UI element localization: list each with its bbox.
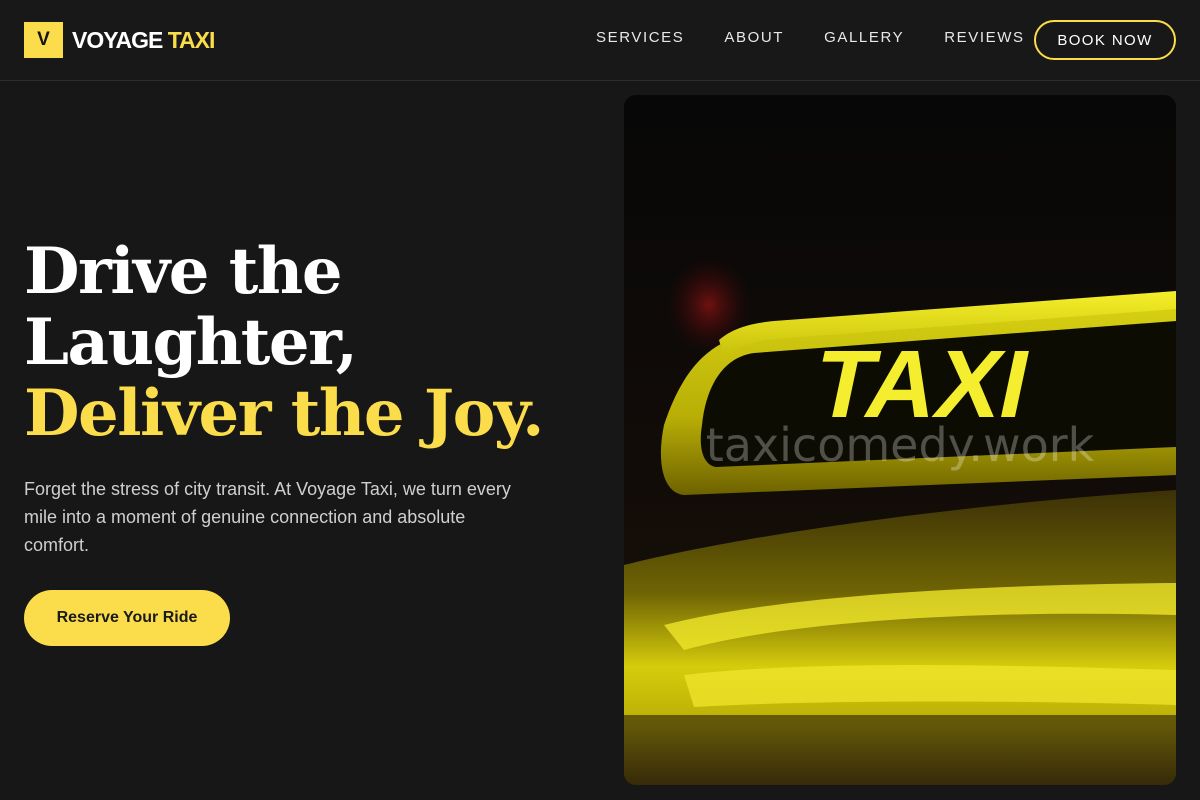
taxi-sign-photo: TAXI taxicomedy.work: [624, 95, 1176, 785]
nav-link-gallery[interactable]: GALLERY: [824, 29, 904, 46]
hero-headline: Drive the Laughter, Deliver the Joy.: [24, 234, 544, 451]
book-now-button[interactable]: BOOK NOW: [1034, 20, 1176, 60]
reserve-ride-button[interactable]: Reserve Your Ride: [24, 590, 230, 646]
headline-line-3: Deliver the Joy.: [24, 376, 544, 451]
nav-link-about[interactable]: ABOUT: [724, 29, 784, 46]
logo-mark: V: [24, 22, 63, 58]
main-nav: SERVICES ABOUT GALLERY REVIEWS: [596, 29, 1065, 46]
headline-line-2: Laughter,: [24, 305, 358, 380]
logo-word-voyage: VOYAGE: [72, 26, 163, 53]
logo-text: VOYAGE TAXI: [72, 26, 216, 54]
headline-line-1: Drive the: [24, 234, 343, 309]
nav-link-reviews[interactable]: REVIEWS: [944, 29, 1024, 46]
hero-description: Forget the stress of city transit. At Vo…: [24, 479, 511, 555]
logo[interactable]: V VOYAGE TAXI: [24, 22, 216, 58]
nav-link-services[interactable]: SERVICES: [596, 29, 684, 46]
taxi-sign-illustration: TAXI taxicomedy.work: [624, 95, 1176, 785]
watermark-text: taxicomedy.work: [706, 418, 1095, 472]
logo-word-taxi: TAXI: [167, 26, 216, 53]
site-header: V VOYAGE TAXI SERVICES ABOUT GALLERY REV…: [0, 0, 1200, 81]
